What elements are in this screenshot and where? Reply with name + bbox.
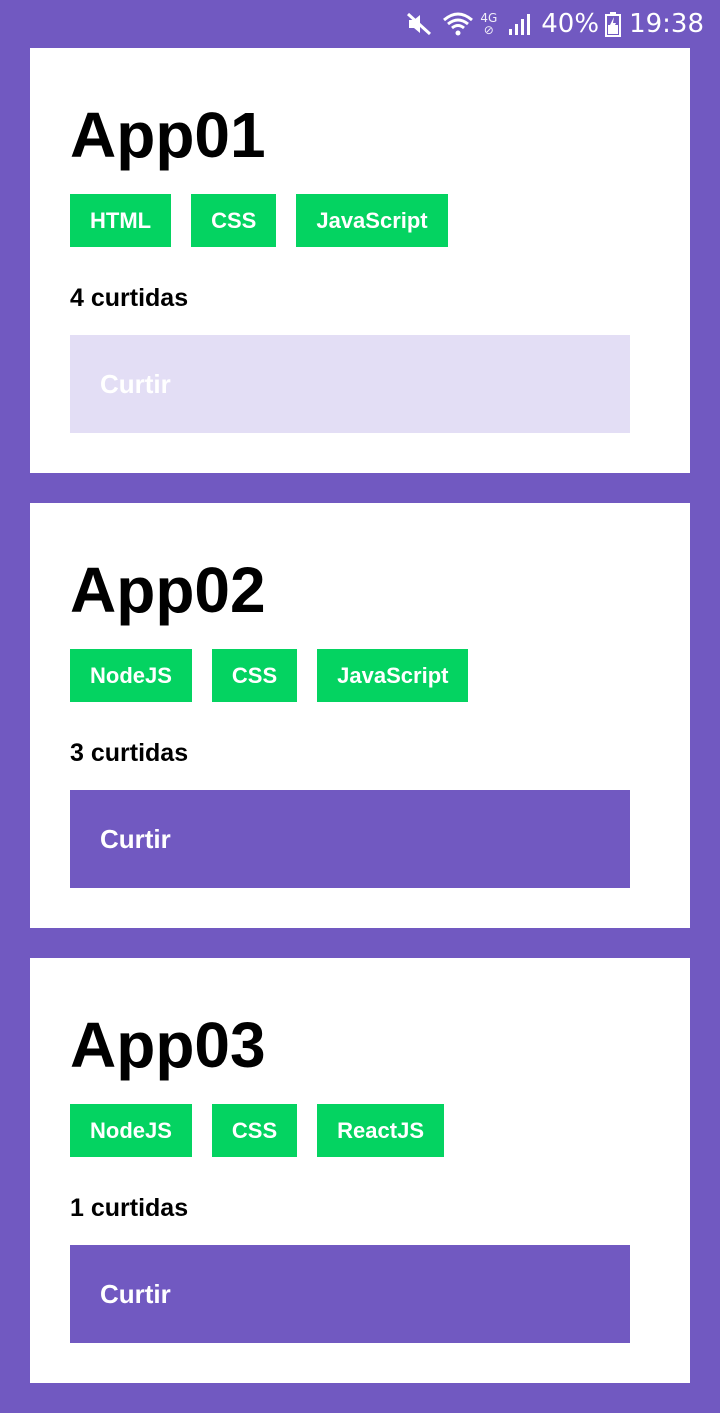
tech-tag: CSS (191, 194, 277, 247)
tech-tags: NodeJS CSS JavaScript (70, 649, 650, 702)
tech-tag: CSS (211, 649, 298, 702)
repository-title: App02 (70, 554, 266, 626)
wifi-icon (442, 11, 474, 37)
battery-icon (605, 11, 622, 37)
repository-title: App01 (70, 99, 266, 171)
tech-tag: NodeJS (70, 1104, 192, 1157)
tech-tag: NodeJS (70, 649, 192, 702)
status-bar: 4G ⊘ 40% 19:38 (0, 0, 720, 48)
repository-card: App01 HTML CSS JavaScript 4 curtidas Cur… (30, 48, 690, 473)
repository-card: App02 NodeJS CSS JavaScript 3 curtidas C… (30, 503, 690, 928)
signal-icon (507, 11, 533, 37)
like-button[interactable]: Curtir (70, 790, 630, 888)
tech-tags: NodeJS CSS ReactJS (70, 1104, 650, 1157)
likes-count: 1 curtidas (70, 1194, 189, 1222)
repository-card: App03 NodeJS CSS ReactJS 1 curtidas Curt… (30, 958, 690, 1383)
tech-tag: ReactJS (317, 1104, 445, 1157)
battery-percent: 40% (541, 9, 600, 39)
likes-count: 3 curtidas (70, 739, 189, 767)
like-button[interactable]: Curtir (70, 335, 630, 433)
tech-tag: JavaScript (317, 649, 469, 702)
like-button[interactable]: Curtir (70, 1245, 630, 1343)
tech-tag: HTML (70, 194, 172, 247)
tech-tag: CSS (211, 1104, 298, 1157)
repository-list: App01 HTML CSS JavaScript 4 curtidas Cur… (30, 48, 690, 1413)
network-type: 4G ⊘ (480, 11, 498, 37)
repository-title: App03 (70, 1009, 266, 1081)
tech-tags: HTML CSS JavaScript (70, 194, 650, 247)
mute-icon (406, 11, 432, 37)
tech-tag: JavaScript (296, 194, 448, 247)
likes-count: 4 curtidas (70, 284, 189, 312)
clock: 19:38 (629, 9, 704, 39)
